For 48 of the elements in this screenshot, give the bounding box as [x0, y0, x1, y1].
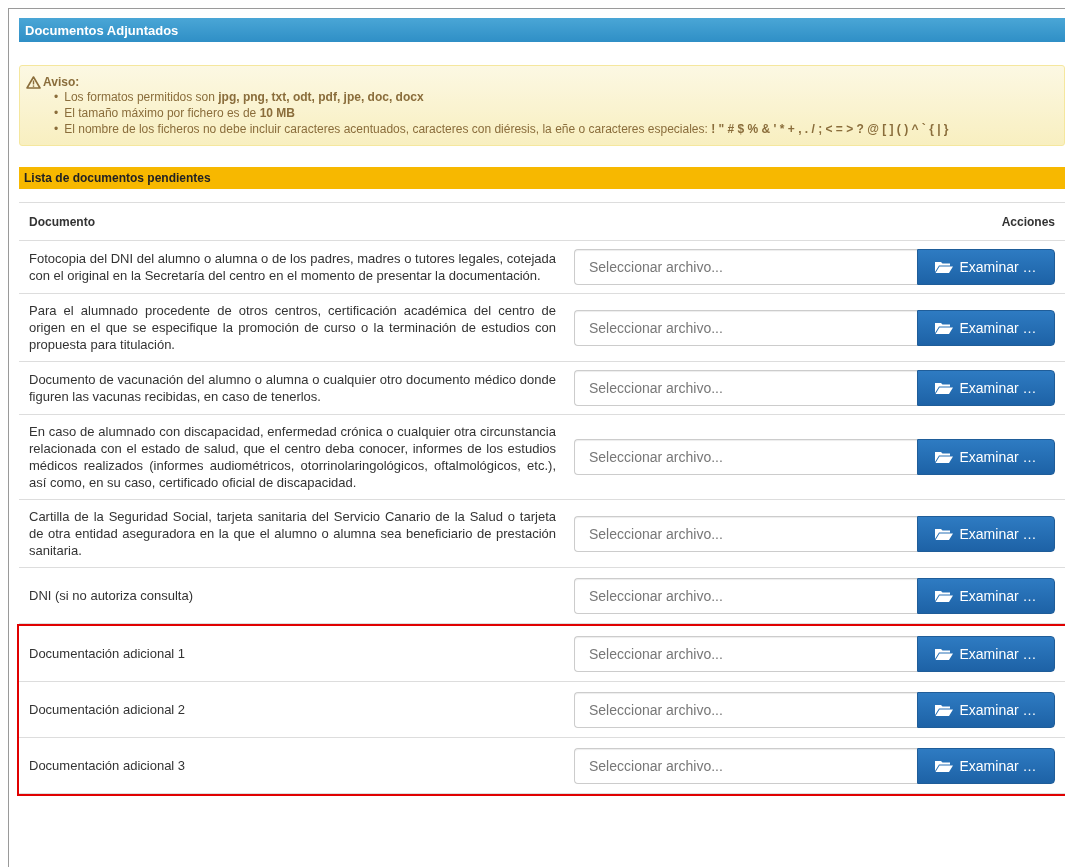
bullet: •: [54, 105, 59, 121]
file-field[interactable]: Seleccionar archivo...: [574, 635, 917, 672]
file-field[interactable]: Seleccionar archivo...: [574, 309, 917, 346]
warning-item: Los formatos permitidos son jpg, png, txt, odt, pdf, jpe, doc, docx: [64, 89, 424, 105]
browse-button[interactable]: Examinar …: [917, 635, 1055, 672]
document-name: DNI (si no autoriza consulta): [29, 587, 194, 604]
column-header: Documento: [29, 214, 95, 229]
bullet: •: [54, 121, 59, 137]
browse-button[interactable]: Examinar …: [917, 309, 1055, 346]
browse-button[interactable]: Examinar …: [917, 515, 1055, 552]
folder-icon: [935, 526, 954, 541]
panel-heading: Documentos Adjuntados: [19, 18, 1065, 42]
file-field[interactable]: Seleccionar archivo...: [574, 249, 917, 285]
folder-icon: [935, 758, 954, 773]
document-name: Documentación adicional 2: [29, 701, 187, 718]
browse-button[interactable]: Examinar …: [917, 577, 1055, 614]
column-header: Acciones: [1001, 214, 1056, 229]
browse-button[interactable]: Examinar …: [917, 691, 1055, 728]
document-name: Cartilla de la Seguridad Social, tarjeta sanitaria del Servicio Canario de la Salud o tarjeta de otra entidad aseguradora en la que el alumno o alumna sea beneficiario de prestación sanitaria.: [29, 508, 556, 559]
document-name: Documento de vacunación del alumno o alumna o cualquier otro documento médico donde figuren las vacunas recibidas, en caso de tenerlos.: [29, 371, 556, 405]
browse-button[interactable]: Examinar …: [917, 439, 1055, 475]
warning-item: El tamaño máximo por fichero es de 10 MB: [64, 105, 295, 121]
browse-button[interactable]: Examinar …: [917, 249, 1055, 285]
document-name: Para el alumnado procedente de otros centros, certificación académica del centro de origen en el que se especifique la promoción de curso o la terminación de estudios con propuesta para titulación.: [29, 302, 556, 353]
document-name: Documentación adicional 1: [29, 645, 187, 662]
file-field[interactable]: Seleccionar archivo...: [574, 515, 917, 552]
browse-button[interactable]: Examinar …: [917, 747, 1055, 784]
file-field[interactable]: Seleccionar archivo...: [574, 577, 917, 614]
folder-icon: [935, 450, 954, 464]
folder-icon: [935, 588, 954, 603]
file-field[interactable]: Seleccionar archivo...: [574, 370, 917, 406]
folder-icon: [935, 320, 954, 335]
file-field[interactable]: Seleccionar archivo...: [574, 747, 917, 784]
folder-icon: [935, 260, 954, 274]
document-name: En caso de alumnado con discapacidad, enfermedad crónica o cualquier otra circunstancia relacionada con el estado de salud, que el centro deba conocer, informes de los estudios médicos realizados (informes audiométricos, otorrinolaringológicos, oftalmológicos, etc.), así como, en su caso, certificado oficial de discapacidad.: [29, 423, 556, 491]
folder-icon: [935, 702, 954, 717]
warning-icon: [26, 75, 41, 89]
folder-icon: [935, 646, 954, 661]
section-heading: Lista de documentos pendientes: [19, 167, 1065, 189]
document-name: Fotocopia del DNI del alumno o alumna o de los padres, madres o tutores legales, cotejada con el original en la Secretaría del centro en el momento de presentar la documentación.: [29, 250, 556, 284]
folder-icon: [935, 381, 954, 395]
browse-button[interactable]: Examinar …: [917, 370, 1055, 406]
file-field[interactable]: Seleccionar archivo...: [574, 691, 917, 728]
document-name: Documentación adicional 3: [29, 757, 187, 774]
warning-item: El nombre de los ficheros no debe incluir caracteres acentuados, caracteres con diéresis, la eñe o caracteres especiales: ! " # $ % & ' * + , . / ; < = > ? @ [ ] ( ) ^ ` { | }: [64, 121, 949, 137]
bullet: •: [54, 89, 59, 105]
file-field[interactable]: Seleccionar archivo...: [574, 439, 917, 475]
warning-title: Aviso:: [43, 75, 80, 89]
